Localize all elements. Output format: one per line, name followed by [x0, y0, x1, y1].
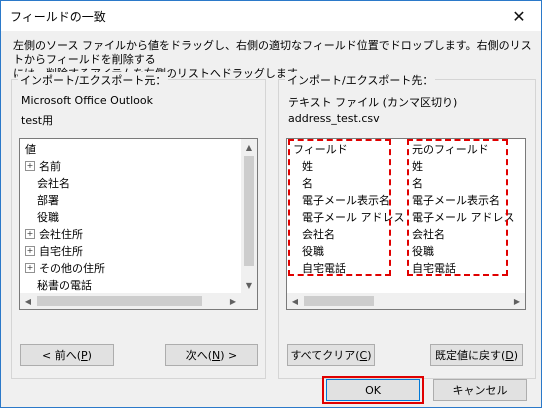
- next-button-key: N: [212, 348, 221, 362]
- reset-default-button[interactable]: 既定値に戻す(D): [430, 344, 523, 366]
- window-title: フィールドの一致: [10, 10, 106, 24]
- target-file: address_test.csv: [288, 112, 380, 125]
- source-folder: test用: [21, 114, 54, 127]
- source-list-item-label: 会社住所: [39, 228, 83, 241]
- target-horizontal-scrollbar[interactable]: ◀ ▶: [287, 293, 525, 309]
- source-horizontal-scrollbar[interactable]: ◀ ▶: [20, 293, 241, 309]
- source-list-item-label: 名前: [39, 160, 61, 173]
- target-fields-list[interactable]: フィールド 元のフィールド 姓姓名名電子メール表示名 電子メール表示名 電子メール …: [286, 138, 526, 310]
- source-list-item[interactable]: 役職: [37, 209, 59, 226]
- prev-button-label: < 前へ(: [42, 349, 82, 362]
- title-bar[interactable]: フィールドの一致 ✕: [1, 1, 541, 31]
- clear-all-button[interactable]: すべてクリア(C): [287, 344, 375, 366]
- source-vertical-scrollbar[interactable]: ▲ ▼: [241, 139, 257, 293]
- reset-default-key: D: [505, 348, 514, 362]
- clear-all-key: C: [359, 348, 368, 362]
- source-list-item-label: 部署: [37, 194, 59, 207]
- expand-plus-icon[interactable]: +: [25, 161, 35, 171]
- source-list-item-label: 会社名: [37, 177, 70, 190]
- source-group-label: インポート/エクスポート元：: [18, 72, 169, 88]
- prev-button-key: P: [81, 348, 88, 362]
- source-list-item[interactable]: + 会社住所: [25, 226, 83, 243]
- scroll-right-icon[interactable]: ▶: [509, 293, 525, 309]
- source-name: Microsoft Office Outlook: [21, 94, 153, 107]
- source-fields-list[interactable]: 値 + 名前 会社名 部署 役職 + 会社住所 + 自宅住所 + その他の住所 秘書の電話 ▲ ▼ ◀…: [19, 138, 258, 310]
- scroll-thumb[interactable]: [244, 156, 254, 266]
- source-list-item-label: その他の住所: [39, 262, 105, 275]
- source-list-item[interactable]: + 自宅住所: [25, 243, 83, 260]
- target-name: テキスト ファイル (カンマ区切り): [288, 96, 458, 109]
- scroll-corner: [241, 293, 257, 309]
- scroll-thumb[interactable]: [37, 296, 202, 306]
- instructions-line-1: 左側のソース ファイルから値をドラッグし、右側の適切なフィールド位置でドロップし…: [13, 39, 532, 66]
- source-list-item[interactable]: 部署: [37, 192, 59, 209]
- source-list-item[interactable]: 秘書の電話: [37, 277, 92, 294]
- scroll-down-icon[interactable]: ▼: [241, 277, 257, 293]
- highlight-source-column: [407, 139, 508, 276]
- close-button[interactable]: ✕: [497, 1, 541, 31]
- scroll-up-icon[interactable]: ▲: [241, 139, 257, 155]
- source-group: インポート/エクスポート元： Microsoft Office Outlook …: [11, 72, 266, 379]
- dialog-window: フィールドの一致 ✕ 左側のソース ファイルから値をドラッグし、右側の適切なフィ…: [0, 0, 542, 408]
- source-list-item-label: 自宅住所: [39, 245, 83, 258]
- reset-default-suffix: ): [513, 348, 519, 362]
- source-list-item-label: 秘書の電話: [37, 279, 92, 292]
- highlight-field-column: [288, 139, 391, 276]
- scroll-left-icon[interactable]: ◀: [20, 293, 36, 309]
- source-list-item[interactable]: 会社名: [37, 175, 70, 192]
- scroll-thumb[interactable]: [304, 296, 374, 306]
- scroll-left-icon[interactable]: ◀: [287, 293, 303, 309]
- target-group: インポート/エクスポート先： テキスト ファイル (カンマ区切り) addres…: [278, 72, 536, 379]
- clear-all-suffix: ): [367, 348, 372, 362]
- clear-all-label: すべてクリア(: [290, 349, 360, 362]
- target-group-label: インポート/エクスポート先：: [285, 72, 436, 88]
- expand-plus-icon[interactable]: +: [25, 263, 35, 273]
- close-icon: ✕: [512, 6, 526, 26]
- cancel-button[interactable]: キャンセル: [433, 379, 527, 401]
- expand-plus-icon[interactable]: +: [25, 246, 35, 256]
- next-button-label: 次へ(: [185, 349, 213, 362]
- next-button-suffix: ) >: [220, 348, 238, 362]
- reset-default-label: 既定値に戻す(: [434, 349, 506, 362]
- next-button[interactable]: 次へ(N) >: [165, 344, 258, 366]
- ok-button[interactable]: OK: [326, 379, 420, 401]
- source-list-item[interactable]: + 名前: [25, 158, 61, 175]
- expand-plus-icon[interactable]: +: [25, 229, 35, 239]
- scroll-right-icon[interactable]: ▶: [225, 293, 241, 309]
- source-list-item[interactable]: + その他の住所: [25, 260, 105, 277]
- prev-button[interactable]: < 前へ(P): [20, 344, 114, 366]
- source-list-header: 値: [25, 143, 36, 156]
- prev-button-suffix: ): [87, 348, 92, 362]
- source-list-item-label: 役職: [37, 211, 59, 224]
